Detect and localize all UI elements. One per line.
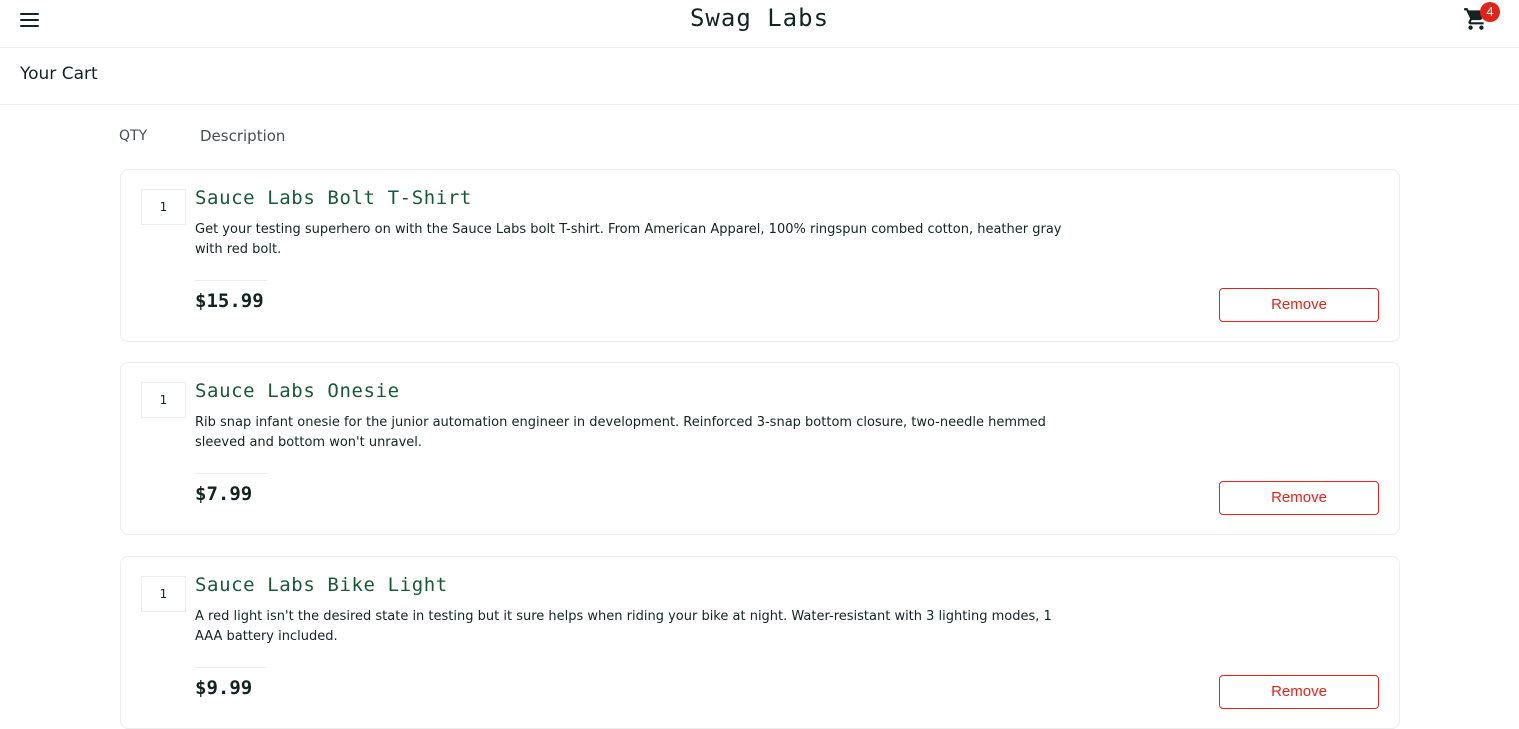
item-price: $7.99 <box>195 483 253 505</box>
app-title: Swag Labs <box>689 4 830 32</box>
page-title: Your Cart <box>20 64 98 84</box>
item-name-link[interactable]: Sauce Labs Bolt T-Shirt <box>195 187 472 209</box>
item-price: $9.99 <box>195 677 253 699</box>
remove-button[interactable]: Remove <box>1219 288 1379 322</box>
description-column-label: Description <box>200 127 286 145</box>
item-description: Rib snap infant onesie for the junior au… <box>195 415 1046 450</box>
cart-quantity: 1 <box>141 189 186 225</box>
price-divider <box>195 667 267 668</box>
cart-quantity: 1 <box>141 576 186 612</box>
item-price: $15.99 <box>195 290 264 312</box>
item-description: A red light isn't the desired state in t… <box>195 609 1052 644</box>
cart-count-badge: 4 <box>1480 2 1500 22</box>
price-divider <box>195 473 267 474</box>
qty-column-label: QTY <box>119 128 148 144</box>
cart-quantity: 1 <box>141 382 186 418</box>
primary-header: Swag Labs 4 <box>0 0 1519 48</box>
cart-item: 1 Sauce Labs Onesie Rib snap infant ones… <box>120 362 1400 535</box>
item-description: Get your testing superhero on with the S… <box>195 222 1062 257</box>
cart-item: 1 Sauce Labs Bike Light A red light isn'… <box>120 556 1400 729</box>
secondary-header: Your Cart <box>0 48 1519 105</box>
price-divider <box>195 280 267 281</box>
cart-item: 1 Sauce Labs Bolt T-Shirt Get your testi… <box>120 169 1400 342</box>
remove-button[interactable]: Remove <box>1219 675 1379 709</box>
item-name-link[interactable]: Sauce Labs Onesie <box>195 380 400 402</box>
remove-button[interactable]: Remove <box>1219 481 1379 515</box>
item-name-link[interactable]: Sauce Labs Bike Light <box>195 574 448 596</box>
